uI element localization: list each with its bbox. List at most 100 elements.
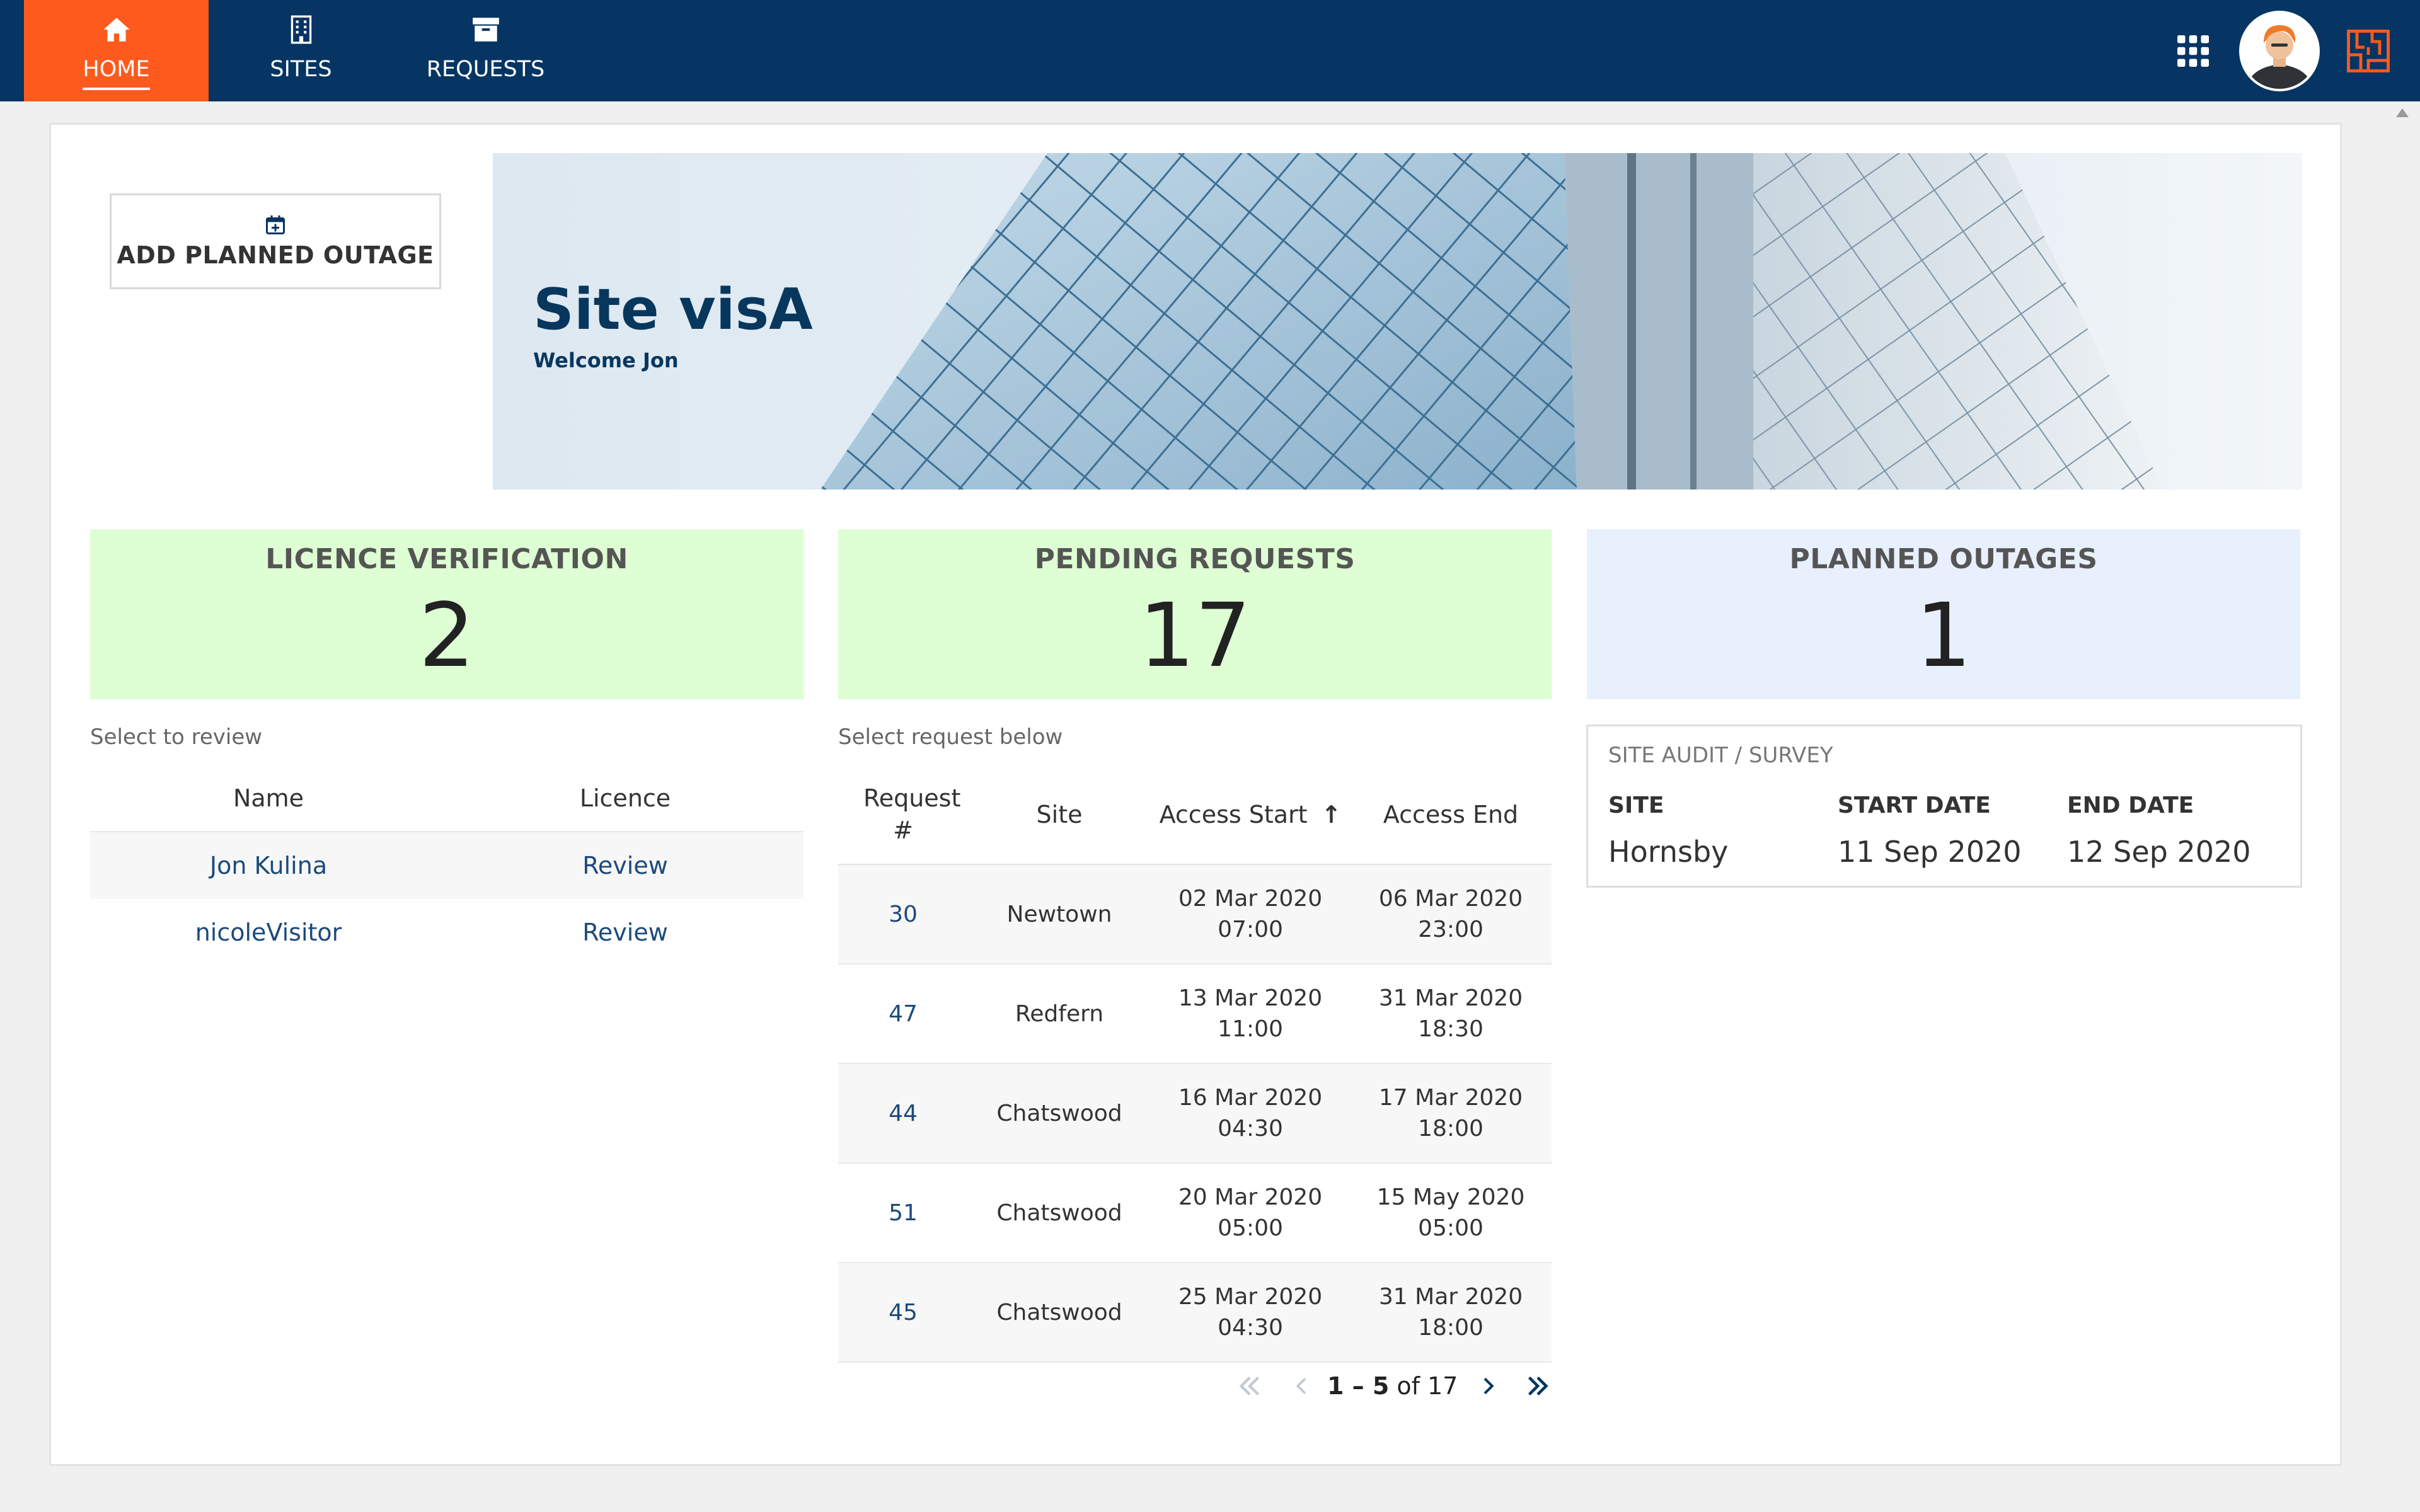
scrollbar-up-arrow[interactable] [2396,108,2409,117]
request-access-end: 06 Mar 2020 23:00 [1350,886,1552,942]
start-time: 11:00 [1218,1016,1283,1042]
table-row[interactable]: 51 Chatswood 20 Mar 2020 05:00 15 May 202… [838,1164,1552,1263]
planned-outages-count: 1 [1915,585,1972,687]
licence-verification-tile[interactable]: LICENCE VERIFICATION 2 [90,529,804,699]
end-time: 05:00 [1418,1215,1484,1241]
apps-grid-icon[interactable] [2174,32,2212,70]
licence-hint: Select to review [90,724,263,750]
pager-of: of [1397,1372,1420,1400]
column-header-site[interactable]: Site [968,801,1151,828]
add-planned-outage-label: ADD PLANNED OUTAGE [117,241,434,269]
top-navigation-bar: HOME SITES REQUESTS [0,0,2420,101]
visitor-name-link[interactable]: Jon Kulina [90,852,447,879]
user-avatar[interactable] [2238,10,2320,92]
request-number-link[interactable]: 51 [838,1200,968,1226]
pending-requests-count: 17 [1138,585,1252,687]
end-time: 23:00 [1418,917,1484,942]
pending-requests-table: Request # Site Access Start ↑ Access End … [838,765,1552,1363]
requests-hint: Select request below [838,724,1063,750]
column-header-access-end[interactable]: Access End [1350,801,1552,828]
licence-verification-title: LICENCE VERIFICATION [265,543,628,575]
request-access-start: 25 Mar 2020 04:30 [1151,1284,1350,1341]
end-date: 17 Mar 2020 [1378,1085,1523,1111]
audit-site-link[interactable]: Hornsby [1608,835,1728,869]
audit-header-site: SITE [1608,793,1664,818]
column-header-request-number[interactable]: Request # [838,782,968,847]
archive-box-icon [472,18,499,42]
audit-header-start-date: START DATE [1838,793,1991,818]
column-header-licence[interactable]: Licence [447,784,804,812]
table-row[interactable]: 30 Newtown 02 Mar 2020 07:00 06 Mar 2020 2… [838,865,1552,965]
request-number-link[interactable]: 44 [838,1101,968,1126]
table-row[interactable]: 45 Chatswood 25 Mar 2020 04:30 31 Mar 202… [838,1263,1552,1363]
welcome-message: Welcome Jon [533,348,679,372]
tab-sites[interactable]: SITES [209,0,393,101]
audit-start-date: 11 Sep 2020 [1838,835,2022,869]
end-time: 18:00 [1418,1315,1484,1341]
request-site: Chatswood [996,1100,1122,1126]
first-page-icon[interactable] [1235,1372,1264,1400]
request-site: Newtown [1006,901,1112,927]
last-page-icon[interactable] [1523,1372,1552,1400]
request-site: Chatswood [996,1200,1122,1226]
request-access-start: 20 Mar 2020 05:00 [1151,1184,1350,1241]
site-audit-title: SITE AUDIT / SURVEY [1608,743,1833,768]
end-date: 31 Mar 2020 [1378,985,1523,1011]
table-row[interactable]: nicoleVisitor Review [90,899,804,966]
audit-header-end-date: END DATE [2067,793,2194,818]
start-date: 13 Mar 2020 [1178,985,1323,1011]
request-access-start: 02 Mar 2020 07:00 [1151,886,1350,942]
table-row[interactable]: 44 Chatswood 16 Mar 2020 04:30 17 Mar 202… [838,1064,1552,1164]
column-header-access-start[interactable]: Access Start ↑ [1151,801,1350,828]
pending-requests-tile[interactable]: PENDING REQUESTS 17 [838,529,1552,699]
request-access-start: 16 Mar 2020 04:30 [1151,1085,1350,1142]
audit-end-date: 12 Sep 2020 [2067,835,2251,869]
add-planned-outage-button[interactable]: ADD PLANNED OUTAGE [110,193,441,289]
column-header-name[interactable]: Name [90,784,447,812]
request-number-link[interactable]: 45 [838,1300,968,1326]
brand-logo-icon[interactable] [2346,28,2391,74]
requests-table-header: Request # Site Access Start ↑ Access End [838,765,1552,865]
request-access-end: 31 Mar 2020 18:30 [1350,985,1552,1042]
previous-page-icon[interactable] [1289,1372,1315,1400]
nav-right-tools [2174,0,2391,101]
access-start-label: Access Start [1159,801,1308,828]
building-icon [291,15,311,44]
review-licence-link[interactable]: Review [447,919,804,946]
start-time: 04:30 [1218,1116,1283,1142]
tab-requests[interactable]: REQUESTS [393,0,578,101]
request-access-end: 15 May 2020 05:00 [1350,1184,1552,1241]
licence-table-header: Name Licence [90,765,804,831]
visitor-name-link[interactable]: nicoleVisitor [90,919,447,946]
table-row[interactable]: 47 Redfern 13 Mar 2020 11:00 31 Mar 2020 1… [838,965,1552,1064]
hero-banner: Site visA Welcome Jon [493,153,2302,490]
start-date: 20 Mar 2020 [1178,1184,1323,1210]
request-access-start: 13 Mar 2020 11:00 [1151,985,1350,1042]
site-audit-panel[interactable]: SITE AUDIT / SURVEY SITE START DATE END … [1586,724,2302,888]
tab-home[interactable]: HOME [24,0,209,101]
start-time: 04:30 [1218,1315,1283,1341]
request-number-link[interactable]: 30 [838,902,968,927]
review-licence-link[interactable]: Review [447,852,804,879]
request-number-link[interactable]: 47 [838,1001,968,1027]
request-site: Chatswood [996,1299,1122,1326]
end-time: 18:30 [1418,1016,1484,1042]
calendar-plus-icon [266,215,285,234]
tab-sites-label: SITES [270,57,332,82]
end-time: 18:00 [1418,1116,1484,1142]
start-date: 16 Mar 2020 [1178,1085,1323,1111]
table-row[interactable]: Jon Kulina Review [90,831,804,899]
end-date: 06 Mar 2020 [1378,886,1523,912]
planned-outages-tile[interactable]: PLANNED OUTAGES 1 [1587,529,2300,699]
tab-requests-label: REQUESTS [426,57,545,82]
start-time: 05:00 [1218,1215,1283,1241]
request-access-end: 31 Mar 2020 18:00 [1350,1284,1552,1341]
requests-pager: 1 – 5 of 17 [1235,1367,1552,1405]
end-date: 15 May 2020 [1376,1184,1525,1210]
pager-range: 1 – 5 [1327,1372,1390,1400]
start-time: 07:00 [1218,917,1283,942]
start-date: 25 Mar 2020 [1178,1284,1323,1310]
planned-outages-title: PLANNED OUTAGES [1789,543,2098,575]
next-page-icon[interactable] [1475,1372,1501,1400]
pending-requests-title: PENDING REQUESTS [1034,543,1356,575]
